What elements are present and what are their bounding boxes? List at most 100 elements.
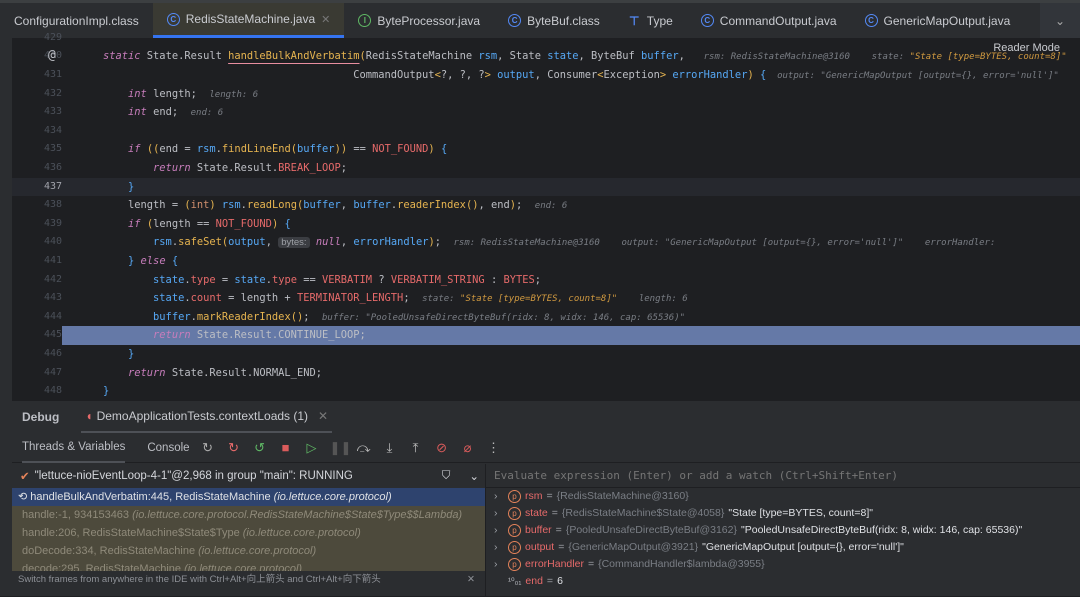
equals-sign: = [546, 490, 553, 502]
code-text: int end; end: 6 [103, 103, 223, 123]
line-number[interactable]: 440 [32, 233, 62, 252]
code-token: int [128, 106, 154, 119]
code-line[interactable]: 437 } [12, 177, 1080, 197]
code-token: Exception [603, 69, 660, 82]
code-line[interactable]: 432 int length; length: 6 [12, 85, 1080, 104]
line-number[interactable]: 431 [32, 66, 62, 85]
annotation-gutter-icon[interactable]: @ [48, 47, 56, 66]
line-number[interactable]: 435 [32, 140, 62, 159]
thread-selector[interactable]: ✔ "lettuce-nioEventLoop-4-1"@2,968 in gr… [12, 464, 485, 488]
code-token: return [153, 329, 197, 342]
line-number[interactable]: 429 [32, 29, 62, 48]
line-number[interactable]: 432 [32, 85, 62, 104]
stop-icon[interactable]: ■ [278, 440, 294, 455]
code-token: end = [159, 143, 197, 156]
code-line[interactable]: 442 state.type = state.type == VERBATIM … [12, 271, 1080, 290]
filter-icon[interactable]: ⛉ [442, 470, 451, 483]
code-line[interactable]: 448} [12, 382, 1080, 401]
code-line[interactable]: 443 state.count = length + TERMINATOR_LE… [12, 289, 1080, 308]
code-token: ? [372, 273, 391, 286]
stack-frame[interactable]: doDecode:334, RedisStateMachine (io.lett… [12, 542, 485, 560]
mute-breakpoints-icon[interactable]: ⌀ [460, 440, 476, 456]
code-line[interactable]: 434 [12, 122, 1080, 141]
line-number[interactable]: 443 [32, 289, 62, 308]
line-number[interactable]: 445 [12, 326, 62, 346]
code-line[interactable]: 433 int end; end: 6 [12, 103, 1080, 122]
code-line[interactable]: 435 if ((end = rsm.findLineEnd(buffer)) … [12, 140, 1080, 159]
expand-chevron-icon[interactable]: › [494, 522, 504, 539]
variable-row[interactable]: › p rsm = {RedisStateMachine@3160} [486, 488, 1080, 505]
line-number[interactable]: 444 [32, 308, 62, 327]
code-line[interactable]: 440 rsm.safeSet(output, bytes: null, err… [12, 233, 1080, 252]
step-into-icon[interactable]: ⤓ [382, 440, 398, 456]
step-over-icon[interactable]: ⤼ [356, 440, 372, 456]
line-number[interactable]: 434 [32, 122, 62, 141]
code-line[interactable]: 446 } [12, 345, 1080, 364]
close-icon[interactable]: ✕ [467, 571, 475, 589]
variable-row[interactable]: › p state = {RedisStateMachine$State@4058} "S… [486, 505, 1080, 522]
line-number[interactable]: 433 [32, 103, 62, 122]
code-line[interactable]: 430 @ static State.Result handleBulkAndVer… [12, 47, 1080, 66]
code-line[interactable]: 431 CommandOutput<?, ?, ?> output, Consu… [12, 66, 1080, 85]
tab-threads-variables[interactable]: Threads & Variables [22, 433, 126, 463]
view-breakpoints-icon[interactable]: ⊘ [434, 440, 450, 456]
variable-row[interactable]: › p output = {GenericMapOutput@3921} "Generic… [486, 539, 1080, 556]
code-text: rsm.safeSet(output, bytes: null, errorHa… [103, 233, 1001, 253]
chevron-down-icon[interactable]: ⌄ [469, 469, 479, 483]
rerun-failed-icon[interactable]: ↻ [226, 440, 242, 456]
line-number[interactable]: 438 [32, 196, 62, 215]
code-text: state.type = state.type == VERBATIM ? VE… [103, 271, 541, 290]
stack-frame[interactable]: handle:206, RedisStateMachine$State$Type… [12, 524, 485, 542]
line-number[interactable]: 441 [32, 252, 62, 271]
code-line[interactable]: 438 length = (int) rsm.readLong(buffer, … [12, 196, 1080, 215]
line-number[interactable]: 447 [32, 364, 62, 383]
variable-row[interactable]: › p errorHandler = {CommandHandler$lambda@39… [486, 556, 1080, 573]
line-number[interactable]: 446 [32, 345, 62, 364]
code-line[interactable]: 429 [12, 29, 1080, 48]
variable-row[interactable]: ¹⁰₀₁ end = 6 [486, 573, 1080, 590]
pause-icon[interactable]: ❚❚ [330, 440, 352, 456]
expand-chevron-icon[interactable]: › [494, 539, 504, 556]
variable-row[interactable]: › p buffer = {PooledUnsafeDirectByteBuf@3162… [486, 522, 1080, 539]
tab-label: ConfigurationImpl.class [14, 13, 139, 28]
code-line[interactable]: 436 return State.Result.BREAK_LOOP; [12, 159, 1080, 178]
tab-console[interactable]: Console [147, 433, 189, 463]
expand-chevron-icon[interactable]: › [494, 488, 504, 505]
line-number[interactable]: 442 [32, 271, 62, 290]
code-token: ; [434, 236, 454, 249]
line-number[interactable]: 439 [32, 215, 62, 234]
rerun-icon[interactable]: ↻ [200, 440, 216, 456]
line-number[interactable]: 448 [32, 382, 62, 401]
inline-debug-value: rsm: RedisStateMachine@3160 [703, 52, 872, 63]
expand-chevron-icon[interactable]: › [494, 505, 504, 522]
more-icon[interactable]: ⋮ [486, 440, 502, 456]
resume-icon[interactable]: ▷ [304, 440, 320, 456]
line-number[interactable]: 436 [32, 159, 62, 178]
code-line[interactable]: 441 } else { [12, 252, 1080, 271]
step-out-icon[interactable]: ⤒ [408, 440, 424, 456]
code-token: : [484, 273, 504, 286]
code-line[interactable]: 444 buffer.markReaderIndex(); buffer: "P… [12, 308, 1080, 327]
line-number[interactable]: 430 [32, 47, 62, 66]
restart-icon[interactable]: ↺ [252, 440, 268, 456]
code-token: buffer [297, 143, 335, 156]
code-line[interactable]: 439 if (length == NOT_FOUND) { [12, 215, 1080, 234]
code-editor[interactable]: Reader Mode 429 430 @ static State.Result h… [12, 32, 1080, 401]
expand-chevron-icon[interactable]: › [494, 556, 504, 573]
stack-frame[interactable]: ⟲ handleBulkAndVerbatim:445, RedisStateM… [12, 488, 485, 506]
close-icon[interactable]: ✕ [318, 409, 328, 423]
debug-session-tab[interactable]: ◖ DemoApplicationTests.contextLoads (1) ✕ [81, 401, 333, 433]
inline-debug-value: state: [871, 52, 910, 63]
variables-panel: ›prsm={RedisStateMachine@3160}›pstate={R… [485, 464, 1080, 597]
code-token: buffer [303, 199, 341, 212]
stack-frame[interactable]: handle:-1, 934153463 (io.lettuce.core.pr… [12, 506, 485, 524]
code-line[interactable]: 445 return State.Result.CONTINUE_LOOP; [12, 326, 1080, 346]
line-number[interactable]: 437 [32, 178, 62, 197]
code-token: length == [153, 217, 216, 230]
frames-panel: ✔ "lettuce-nioEventLoop-4-1"@2,968 in gr… [12, 464, 485, 597]
variable-type: {GenericMapOutput@3921} [568, 541, 699, 553]
close-icon[interactable]: ✕ [321, 13, 330, 26]
code-line[interactable]: 447 return State.Result.NORMAL_END; [12, 364, 1080, 383]
evaluate-expression-input[interactable] [486, 464, 1080, 488]
